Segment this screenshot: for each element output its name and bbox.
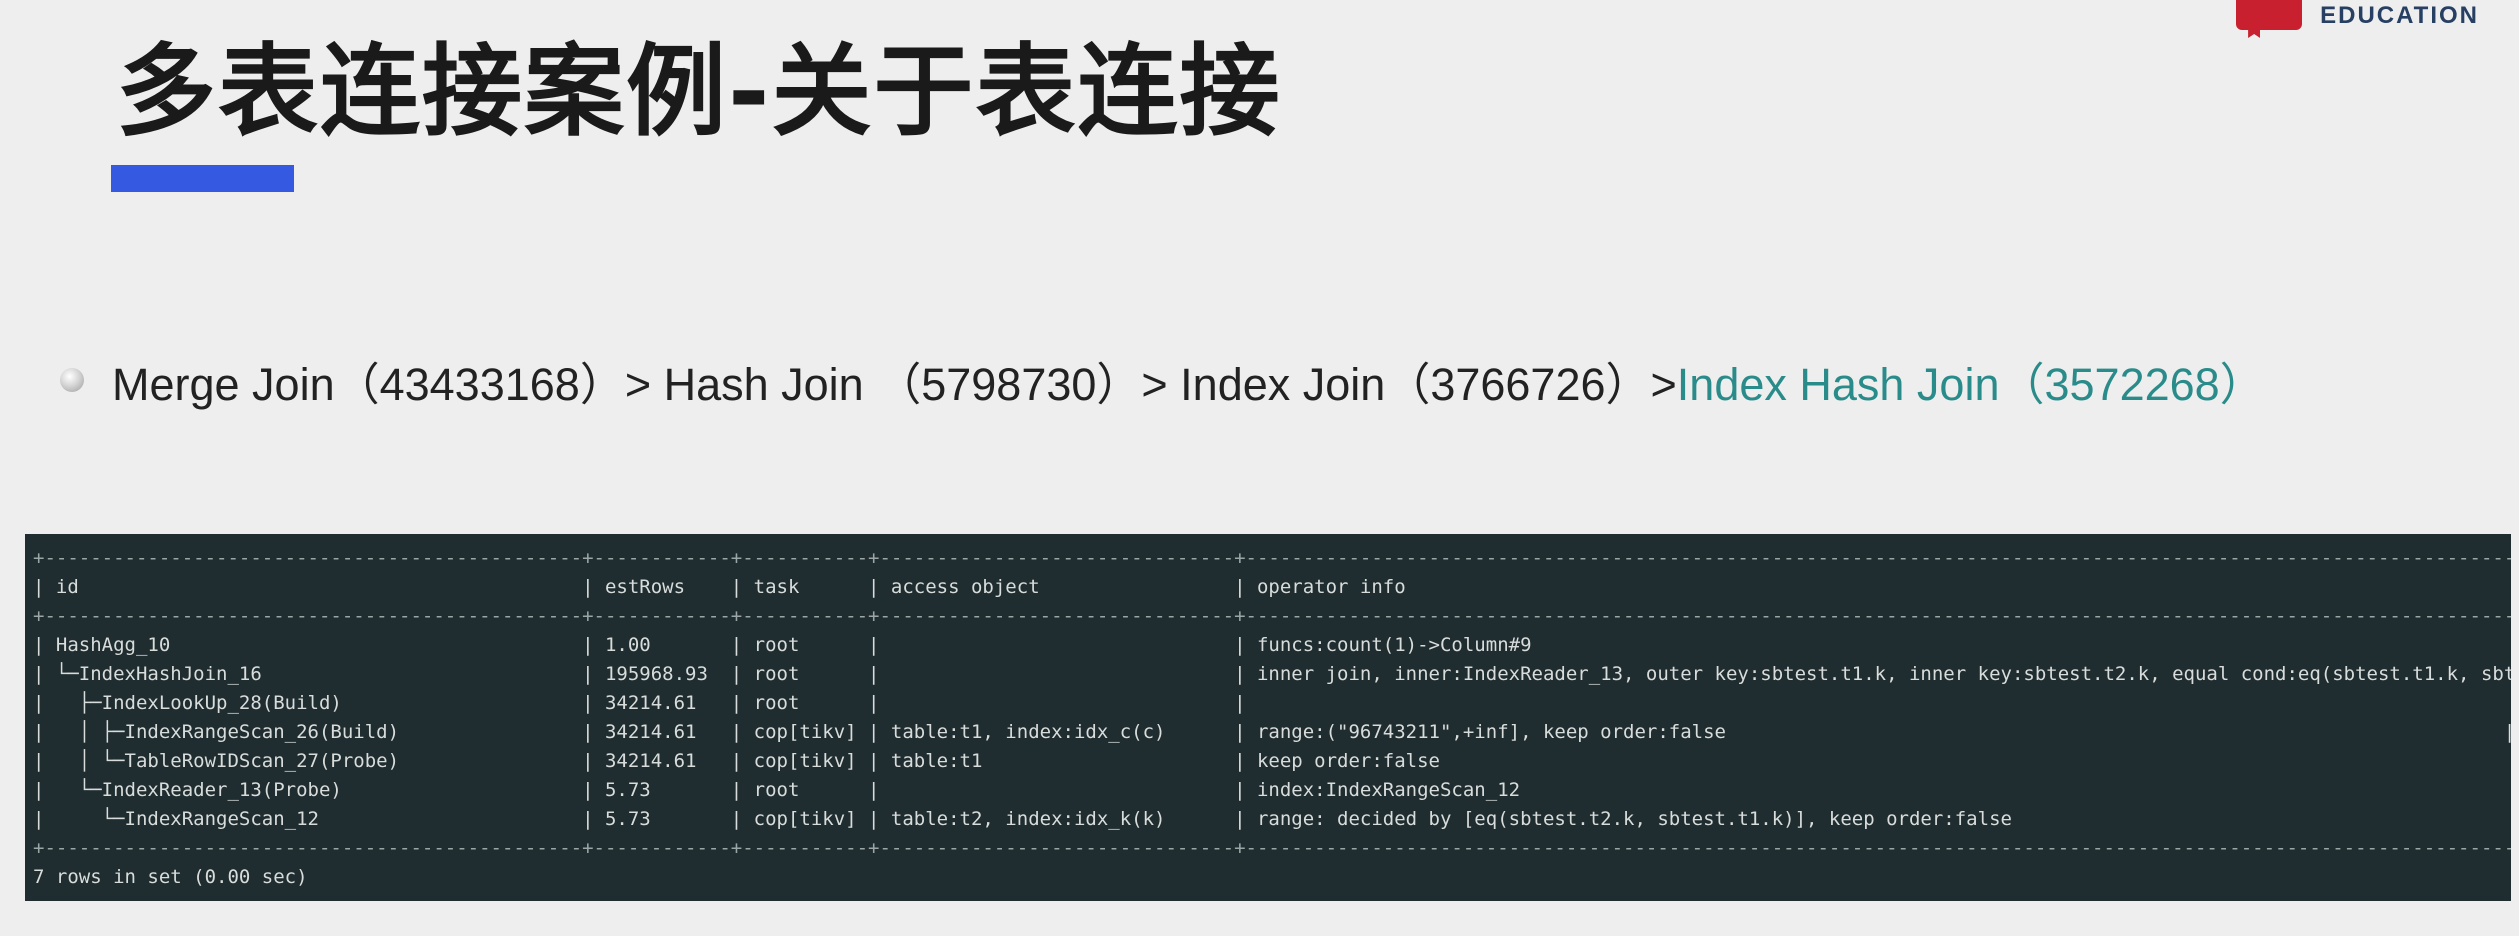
table-row: | └─IndexHashJoin_16 | 195968.93 | root … [33,663,2511,685]
table-row: | │ └─TableRowIDScan_27(Probe) | 34214.6… [33,750,2511,772]
bullet-icon [60,368,84,392]
result-summary: 7 rows in set (0.00 sec) [33,866,308,888]
explain-output: +---------------------------------------… [25,534,2511,892]
join-comparison-text: Merge Join（43433168）> Hash Join （5798730… [112,358,1677,410]
bullet-item: Merge Join（43433168）> Hash Join （5798730… [60,345,2265,415]
slide-title: 多表连接案例-关于表连接 [116,33,1282,150]
table-border-bottom: +---------------------------------------… [33,837,2511,859]
table-header: | id | estRows | task | access object | … [33,576,2511,598]
table-row: | HashAgg_10 | 1.00 | root | | funcs:cou… [33,634,2511,656]
logo-text: EDUCATION [2320,2,2479,29]
bookmark-icon [2236,0,2303,30]
education-logo: EDUCATION [2236,0,2479,30]
index-hash-join-highlight: Index Hash Join（3572268） [1676,358,2265,410]
terminal-window: +---------------------------------------… [25,534,2511,901]
table-row: | ├─IndexLookUp_28(Build) | 34214.61 | r… [33,692,2511,714]
table-row: | │ ├─IndexRangeScan_26(Build) | 34214.6… [33,721,2511,743]
table-border-header: +---------------------------------------… [33,605,2511,627]
table-row: | └─IndexReader_13(Probe) | 5.73 | root … [33,779,2511,801]
terminal-spacer [33,534,2511,544]
title-underline [111,165,294,192]
table-row: | └─IndexRangeScan_12 | 5.73 | cop[tikv]… [33,808,2511,830]
table-border-top: +---------------------------------------… [33,547,2511,569]
